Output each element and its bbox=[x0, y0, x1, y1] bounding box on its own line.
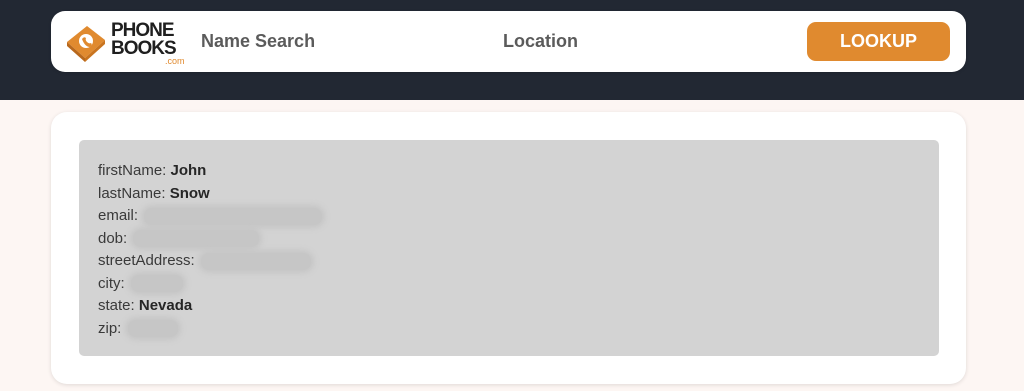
field-label: state: bbox=[98, 297, 135, 314]
logo-wordmark: PHONE BOOKS bbox=[111, 21, 177, 58]
redacted-value bbox=[133, 230, 260, 248]
book-phone-icon bbox=[67, 26, 105, 62]
result-panel: firstName: John lastName: Snow email: do… bbox=[79, 140, 939, 356]
field-street-address: streetAddress: bbox=[98, 250, 322, 273]
redacted-value bbox=[200, 252, 311, 270]
field-dob: dob: bbox=[98, 228, 322, 251]
phonebooks-logo[interactable]: PHONE BOOKS .com bbox=[65, 20, 189, 66]
field-state: state: Nevada bbox=[98, 295, 322, 318]
navigation-bar: PHONE BOOKS .com Name Search Location LO… bbox=[51, 11, 966, 72]
field-label: zip: bbox=[98, 319, 122, 337]
field-zip: zip: bbox=[98, 318, 322, 341]
result-card: firstName: John lastName: Snow email: do… bbox=[51, 112, 966, 384]
field-label: streetAddress: bbox=[98, 252, 195, 269]
redacted-value bbox=[130, 275, 183, 293]
nav-name-search[interactable]: Name Search bbox=[201, 31, 315, 52]
nav-location[interactable]: Location bbox=[503, 31, 578, 52]
field-label: dob: bbox=[98, 229, 128, 247]
field-city: city: bbox=[98, 273, 322, 296]
lookup-button[interactable]: LOOKUP bbox=[807, 22, 950, 61]
redacted-value bbox=[127, 320, 178, 338]
field-label: firstName: bbox=[98, 162, 167, 179]
field-label: email: bbox=[98, 207, 139, 224]
field-value: Nevada bbox=[138, 297, 193, 314]
field-value: Snow bbox=[169, 184, 210, 202]
field-first-name: firstName: John bbox=[98, 160, 322, 183]
logo-suffix: .com bbox=[165, 56, 185, 66]
record-fields: firstName: John lastName: Snow email: do… bbox=[98, 160, 323, 341]
field-email: email: bbox=[98, 205, 323, 228]
field-value: John bbox=[170, 162, 207, 179]
field-label: lastName: bbox=[98, 184, 166, 202]
field-last-name: lastName: Snow bbox=[98, 183, 322, 206]
redacted-value bbox=[144, 207, 323, 225]
field-label: city: bbox=[98, 274, 125, 292]
